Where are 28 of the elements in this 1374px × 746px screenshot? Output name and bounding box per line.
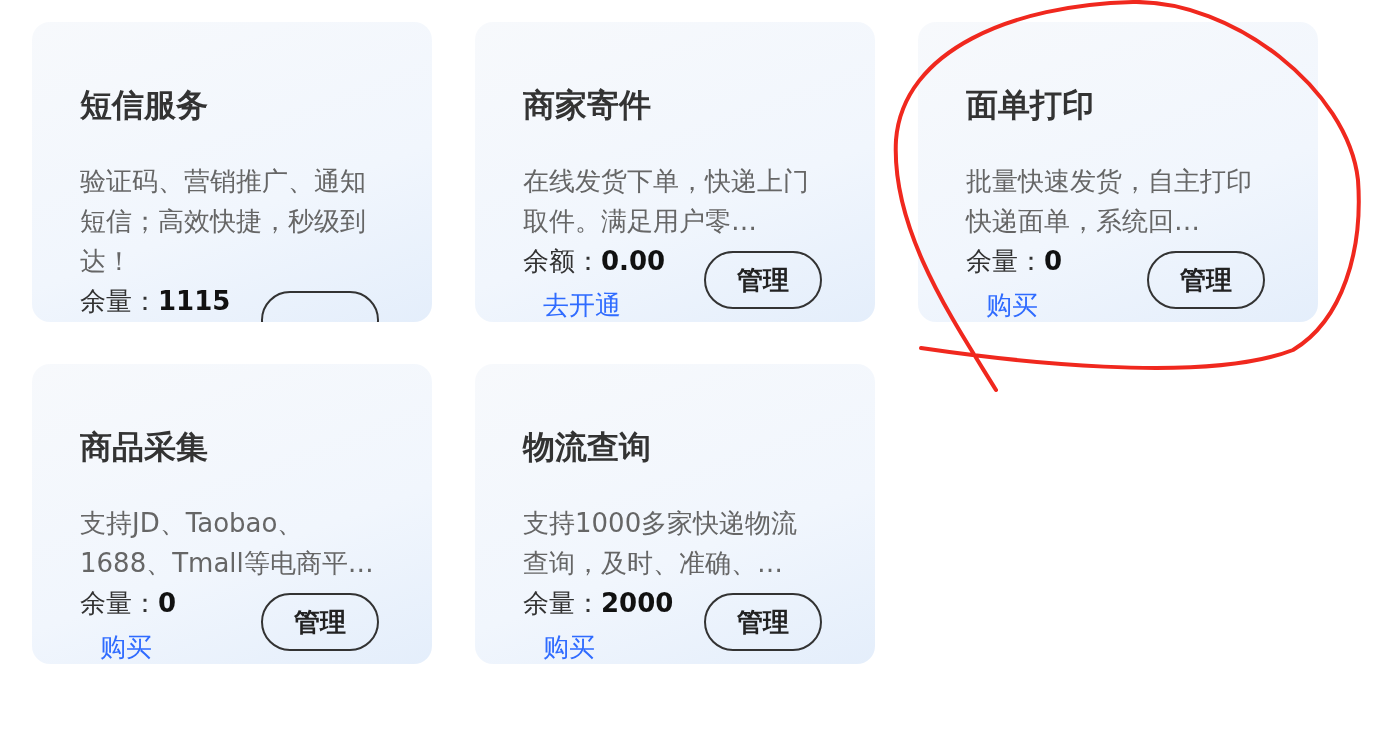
card-description: 批量快速发货，自主打印快递面单，系统回… [966,165,1253,238]
purchase-link[interactable]: 购买 [986,285,1063,322]
amount-value: 0 [158,588,177,618]
manage-button[interactable]: 管理 [704,251,822,309]
amount-value: 2000 [601,588,674,618]
manage-button[interactable]: 管理 [704,593,822,651]
amount-value: 0.00 [601,246,666,276]
amount-value: 0 [1044,246,1063,276]
card-title: 物流查询 [523,427,652,468]
amount-label: 余量： [80,286,158,316]
amount-label: 余量： [523,588,601,618]
card-description: 在线发货下单，快递上门取件。满足用户零… [523,165,810,238]
amount-value: 1115 [158,286,231,316]
card-description: 支持1000多家快递物流查询，及时、准确、… [523,507,799,580]
purchase-link[interactable]: 购买 [543,627,674,664]
amount-label: 余量： [966,246,1044,276]
manage-button[interactable]: 管理 [261,593,379,651]
purchase-link[interactable]: 去开通 [543,285,666,322]
card-title: 商家寄件 [523,85,652,126]
card-description: 支持JD、Taobao、1688、Tmall等电商平… [80,507,375,580]
card-title: 面单打印 [966,85,1095,126]
amount-label: 余量： [80,588,158,618]
card-description: 验证码、营销推广、通知短信；高效快捷，秒级到达！ [80,165,367,278]
card-title: 商品采集 [80,427,209,468]
purchase-link[interactable]: 购买 [100,627,177,664]
amount-label: 余额： [523,246,601,276]
card-title: 短信服务 [80,85,209,126]
manage-button[interactable]: 管理 [1147,251,1265,309]
